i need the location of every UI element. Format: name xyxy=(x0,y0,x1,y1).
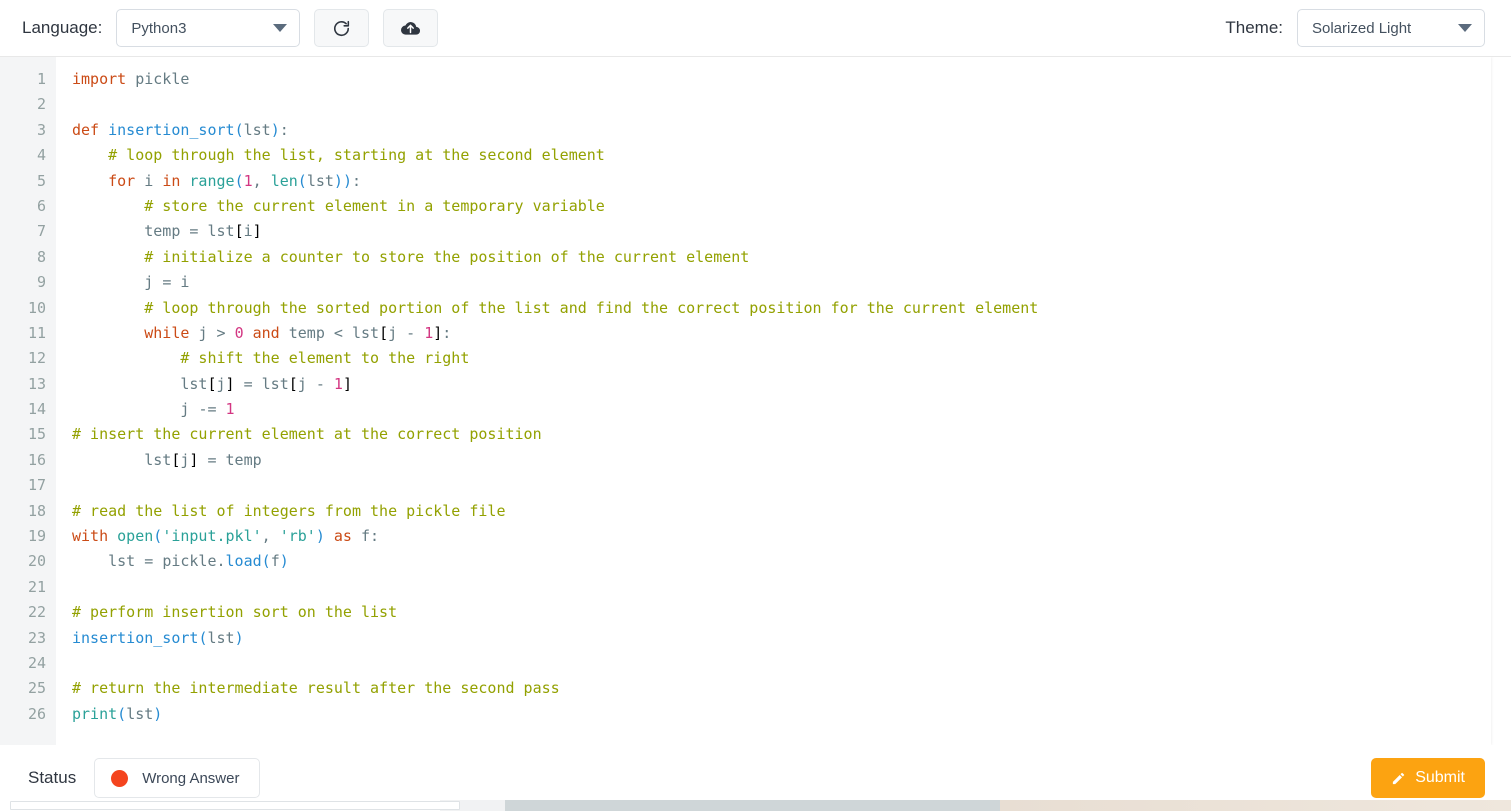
code-line: with open('input.pkl', 'rb') as f: xyxy=(72,527,380,546)
line-number: 5 xyxy=(36,171,46,190)
line-number: 21 xyxy=(27,577,46,596)
cloud-upload-icon xyxy=(401,21,421,35)
status-verdict-text: Wrong Answer xyxy=(142,769,240,787)
code-line: lst[j] = lst[j - 1] xyxy=(180,374,352,393)
line-number: 1 xyxy=(36,70,46,88)
code-line: # loop through the list, starting at the… xyxy=(108,146,605,165)
line-number: 22 xyxy=(27,603,46,622)
code-line: lst = pickle.load(f) xyxy=(108,552,289,571)
code-line: # loop through the sorted portion of the… xyxy=(144,298,1039,317)
line-number: 14 xyxy=(27,400,46,419)
code-line: # initialize a counter to store the posi… xyxy=(144,247,750,266)
code-line: # shift the element to the right xyxy=(180,349,470,368)
line-number: 3 xyxy=(36,120,46,139)
code-line: insertion_sort(lst) xyxy=(72,628,244,647)
status-indicator-dot xyxy=(111,769,129,787)
code-editor-area: 1 2 3 4 5 6 7 8 9 10 11 12 13 14 15 16 17 18 19 20 21 22 23 24 2… xyxy=(0,56,1511,745)
code-line: def insertion_sort(lst): xyxy=(72,120,289,139)
code-line: j = i xyxy=(144,273,190,292)
line-number: 20 xyxy=(27,552,46,571)
line-number: 18 xyxy=(27,501,46,520)
code-line: j -= 1 xyxy=(180,400,235,419)
code-line: import pickle xyxy=(72,70,190,88)
line-number: 11 xyxy=(27,323,46,342)
page-horizontal-scrollbar[interactable] xyxy=(0,800,1511,811)
line-number: 23 xyxy=(27,628,46,647)
code-line: print(lst) xyxy=(72,704,163,723)
code-line: for i in range(1, len(lst)): xyxy=(108,171,361,190)
language-select-value: Python3 xyxy=(131,19,187,37)
submit-button-label: Submit xyxy=(1415,769,1465,786)
status-label: Status xyxy=(28,768,77,787)
line-number: 13 xyxy=(27,374,46,393)
code-submission-page: Language: Python3 Theme: Solarized Light… xyxy=(0,0,1511,811)
line-number: 19 xyxy=(27,527,46,546)
code-line: # read the list of integers from the pic… xyxy=(72,501,506,520)
theme-select-value: Solarized Light xyxy=(1312,19,1412,37)
code-editor[interactable]: 1 2 3 4 5 6 7 8 9 10 11 12 13 14 15 16 17 18 19 20 21 22 23 24 2… xyxy=(0,57,1491,745)
page-scrollbar-thumb[interactable] xyxy=(10,801,460,810)
pencil-icon xyxy=(1393,772,1405,784)
chevron-down-icon xyxy=(1458,24,1472,32)
code-content[interactable]: import pickle def insertion_sort(lst): #… xyxy=(56,57,1491,745)
status-badge: Wrong Answer xyxy=(94,758,261,798)
language-label: Language: xyxy=(22,18,103,37)
line-number: 17 xyxy=(27,476,46,495)
line-number: 24 xyxy=(27,653,46,672)
editor-toolbar: Language: Python3 Theme: Solarized Light xyxy=(0,0,1511,56)
line-number: 10 xyxy=(27,298,46,317)
code-line: temp = lst[i] xyxy=(144,222,262,241)
code-line: while j > 0 and temp < lst[j - 1]: xyxy=(144,323,452,342)
upload-code-button[interactable] xyxy=(383,9,439,47)
refresh-icon xyxy=(334,20,350,36)
chevron-down-icon xyxy=(273,24,288,32)
code-line: # insert the current element at the corr… xyxy=(72,425,542,444)
reset-code-button[interactable] xyxy=(314,9,370,47)
line-number: 12 xyxy=(27,349,46,368)
toolbar-right-group: Theme: Solarized Light xyxy=(1225,9,1485,47)
theme-label: Theme: xyxy=(1225,18,1283,37)
line-number: 2 xyxy=(36,95,46,114)
line-number: 4 xyxy=(36,146,46,165)
theme-select[interactable]: Solarized Light xyxy=(1297,9,1485,47)
code-line: # return the intermediate result after t… xyxy=(72,679,560,698)
line-number: 9 xyxy=(36,273,46,292)
toolbar-left-group: Language: Python3 xyxy=(22,9,439,47)
code-line: # store the current element in a tempora… xyxy=(144,196,605,215)
language-select[interactable]: Python3 xyxy=(116,9,301,47)
line-number: 7 xyxy=(36,222,46,241)
line-number: 15 xyxy=(27,425,46,444)
line-number: 16 xyxy=(27,450,46,469)
line-number: 6 xyxy=(36,196,46,215)
line-number: 26 xyxy=(27,704,46,723)
submit-button[interactable]: Submit xyxy=(1371,758,1485,798)
code-line: # perform insertion sort on the list xyxy=(72,603,398,622)
code-line: lst[j] = temp xyxy=(144,450,262,469)
line-number-gutter: 1 2 3 4 5 6 7 8 9 10 11 12 13 14 15 16 17 18 19 20 21 22 23 24 2… xyxy=(0,57,56,745)
line-number: 8 xyxy=(36,247,46,266)
line-number: 25 xyxy=(27,679,46,698)
